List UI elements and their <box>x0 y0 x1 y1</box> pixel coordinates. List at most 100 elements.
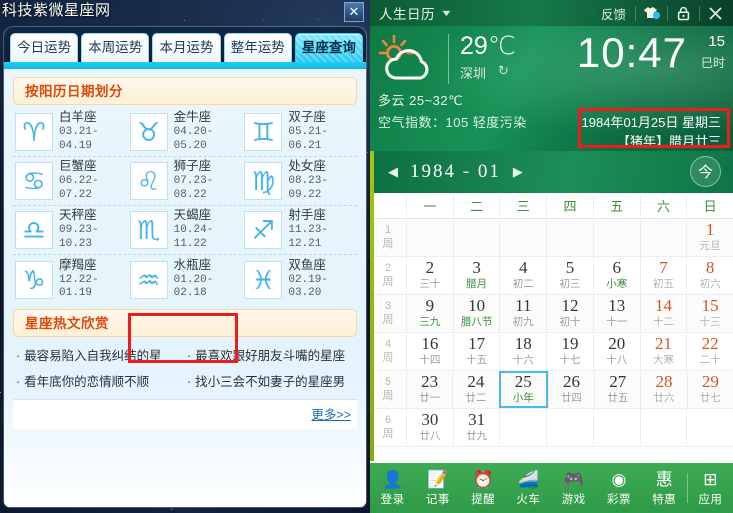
more-link[interactable]: 更多>> <box>311 408 351 422</box>
calendar-day-cell[interactable]: 27 廿五 <box>594 371 640 408</box>
calendar-day-cell[interactable]: 11 初九 <box>499 295 546 332</box>
zodiac-cell[interactable]: ♑ 摩羯座 12.22-01.19 <box>13 258 128 301</box>
user-icon: 👤 <box>382 470 404 489</box>
zodiac-cell[interactable]: ♐ 射手座 11.23-12.21 <box>242 208 357 251</box>
calendar-day-cell[interactable]: 28 廿六 <box>640 371 686 408</box>
calendar-day-cell[interactable]: 25 小年 <box>498 371 548 408</box>
calendar-day-cell[interactable]: 2 三十 <box>406 257 453 294</box>
calendar-day-cell[interactable]: 3 腊月 <box>452 257 500 294</box>
calendar-day-cell[interactable]: 6 小寒 <box>592 257 640 294</box>
tab-underline <box>4 62 366 69</box>
dock-item-note[interactable]: 📝 记事 <box>415 463 460 513</box>
dock-item-gamepad[interactable]: 🎮 游戏 <box>551 463 596 513</box>
calendar-day-cell[interactable]: 21 大寒 <box>639 333 687 370</box>
chevron-down-icon[interactable]: ▼ <box>440 8 453 18</box>
day-number: 13 <box>608 296 626 316</box>
zodiac-symbol-icon: ♐ <box>244 211 283 249</box>
dock-item-discount[interactable]: 惠特惠 <box>642 463 687 513</box>
zodiac-name: 双鱼座 <box>288 257 326 272</box>
zodiac-cell[interactable]: ♎ 天秤座 09.23-10.23 <box>13 208 128 251</box>
calendar-day-cell[interactable]: 23 廿一 <box>406 371 452 408</box>
dock-item-apps[interactable]: ⊞ 应用 <box>688 463 733 513</box>
hot-article-link[interactable]: 找小三会不如妻子的星座男 <box>186 369 357 395</box>
next-month-button[interactable]: ▶ <box>509 164 527 180</box>
dock-item-lottery[interactable]: ◉ 彩票 <box>596 463 641 513</box>
calendar-day-cell[interactable]: 30 廿八 <box>406 409 453 446</box>
close-icon[interactable]: ✕ <box>344 2 364 22</box>
zodiac-row: ♑ 摩羯座 12.22-01.19 ♒ 水瓶座 01.20-02.18 ♓ 双鱼座 02.19-… <box>13 255 357 304</box>
calendar-day-cell[interactable]: 8 初六 <box>686 257 733 294</box>
calendar-day-cell[interactable]: 18 十六 <box>499 333 546 370</box>
calendar-day-cell[interactable]: 4 初二 <box>499 257 546 294</box>
day-number: 29 <box>701 372 719 392</box>
lottery-icon: ◉ <box>611 470 627 489</box>
dock-item-train[interactable]: 🚄 火车 <box>506 463 551 513</box>
zodiac-cell[interactable]: ♌ 狮子座 07.23-08.22 <box>128 159 243 202</box>
calendar-day-cell[interactable]: 17 十五 <box>452 333 500 370</box>
calendar-day-cell[interactable]: 14 十二 <box>639 295 687 332</box>
calendar-day-cell[interactable]: 29 廿七 <box>686 371 733 408</box>
tab-5[interactable]: 星座查询 <box>294 33 364 62</box>
calendar-day-cell[interactable]: 12 初十 <box>546 295 593 332</box>
weather-air-quality: 空气指数：105 轻度污染 <box>378 115 527 130</box>
calendar-day-cell[interactable]: 31 廿九 <box>452 409 500 446</box>
calendar-day-cell[interactable]: 5 初三 <box>546 257 593 294</box>
dock-item-alarm[interactable]: ⏰ 提醒 <box>461 463 506 513</box>
zodiac-name: 摩羯座 <box>59 257 97 272</box>
zodiac-cell[interactable]: ♈ 白羊座 03.21-04.19 <box>13 110 128 153</box>
calendar-day-cell[interactable]: 9 三九 <box>406 295 453 332</box>
zodiac-cell[interactable]: ♉ 金牛座 04.20-05.20 <box>128 110 243 153</box>
day-lunar-label: 廿四 <box>560 392 582 405</box>
zodiac-cell[interactable]: ♊ 双子座 05.21-06.21 <box>242 110 357 153</box>
calendar-day-cell[interactable]: 26 廿四 <box>547 371 594 408</box>
calendar-day-cell[interactable]: 7 初五 <box>639 257 687 294</box>
day-lunar-label: 小寒 <box>606 278 628 291</box>
tab-1[interactable]: 今日运势 <box>10 33 79 62</box>
tab-3[interactable]: 本月运势 <box>152 33 221 62</box>
calendar-day-cell[interactable]: 16 十四 <box>406 333 453 370</box>
week-number-value: 1 <box>384 223 392 236</box>
prev-month-button[interactable]: ◀ <box>384 164 402 180</box>
day-number: 6 <box>612 258 621 278</box>
calendar-day-cell[interactable]: 13 十一 <box>592 295 640 332</box>
day-number: 11 <box>515 296 532 316</box>
tab-4[interactable]: 整年运势 <box>223 33 292 62</box>
calendar-day-cell[interactable]: 24 廿二 <box>452 371 498 408</box>
more-bar: 更多>> <box>13 399 357 429</box>
hot-article-link[interactable]: 最喜欢跟好朋友斗嘴的星座 <box>186 343 357 369</box>
hot-article-link[interactable]: 最容易陷入自我纠结的星 <box>15 343 186 369</box>
clock-day-of-month: 15 <box>708 33 725 50</box>
hot-article-link[interactable]: 看年底你的恋情顺不顺 <box>15 369 186 395</box>
skin-icon[interactable] <box>636 0 667 26</box>
go-to-today-button[interactable]: 今 <box>690 156 721 187</box>
lock-icon[interactable] <box>668 0 699 26</box>
calendar-empty-cell <box>499 219 546 256</box>
zodiac-cell[interactable]: ♍ 处女座 08.23-09.22 <box>242 159 357 202</box>
zodiac-cell[interactable]: ♓ 双鱼座 02.19-03.20 <box>242 258 357 301</box>
feedback-button[interactable]: 反馈 <box>592 4 635 23</box>
calendar-day-cell[interactable]: 19 十七 <box>546 333 593 370</box>
zodiac-cell[interactable]: ♏ 天蝎座 10.24-11.22 <box>128 208 243 251</box>
week-number-unit: 周 <box>382 427 394 440</box>
zodiac-text: 狮子座 07.23-08.22 <box>174 159 243 202</box>
calendar-day-cell[interactable]: 22 二十 <box>686 333 733 370</box>
zodiac-cell[interactable]: ♋ 巨蟹座 06.22-07.22 <box>13 159 128 202</box>
zodiac-name: 水瓶座 <box>173 257 212 272</box>
dock-item-user[interactable]: 👤 登录 <box>370 463 415 513</box>
calendar-day-cell[interactable]: 1 元旦 <box>686 219 733 256</box>
calendar-day-cell[interactable]: 10 腊八节 <box>452 295 500 332</box>
refresh-icon[interactable]: ↻ <box>498 63 509 79</box>
hot-article-list: 最容易陷入自我纠结的星最喜欢跟好朋友斗嘴的星座看年底你的恋情顺不顺找小三会不如妻… <box>13 337 357 395</box>
zodiac-cell[interactable]: ♒ 水瓶座 01.20-02.18 <box>128 258 243 301</box>
tab-2[interactable]: 本周运势 <box>81 33 150 62</box>
weather-temperature: 29℃ <box>460 32 516 60</box>
zodiac-name: 双子座 <box>288 110 326 125</box>
calendar-empty-cell <box>546 409 593 446</box>
zodiac-date-range: 01.20-02.18 <box>173 273 214 300</box>
day-number: 14 <box>654 296 672 316</box>
close-icon[interactable] <box>700 0 731 26</box>
calendar-day-cell[interactable]: 20 十八 <box>592 333 640 370</box>
zodiac-date-range: 06.22-07.22 <box>59 175 99 201</box>
calendar-day-cell[interactable]: 15 十三 <box>686 295 733 332</box>
calendar-empty-cell <box>406 219 453 256</box>
